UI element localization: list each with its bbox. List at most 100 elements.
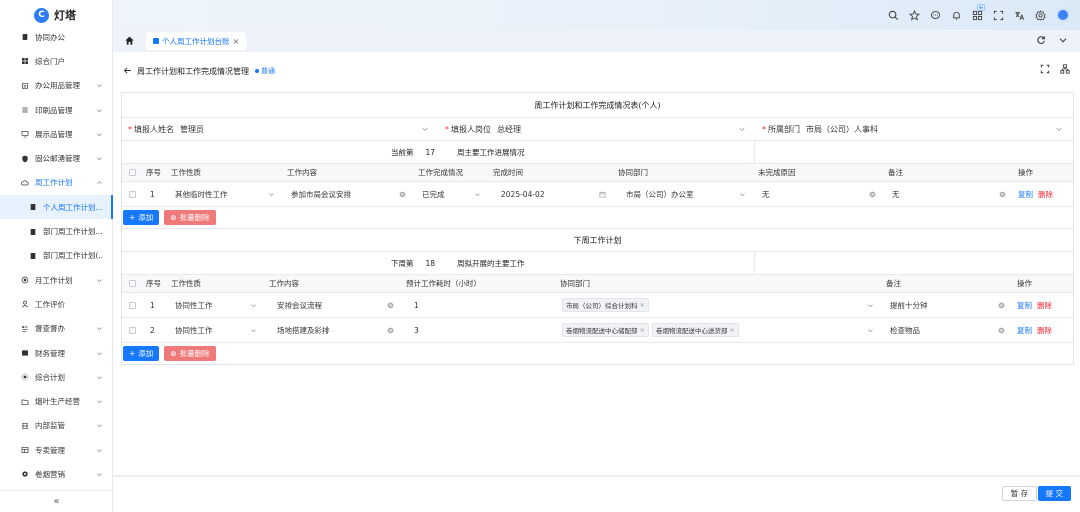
clear-icon[interactable] [387, 327, 394, 334]
work-content-input[interactable]: 参加市局会议安排 [283, 182, 414, 206]
copy-row-link[interactable]: 复制 [1017, 325, 1032, 336]
current-week-desc: 周主要工作进展情况 [457, 147, 525, 157]
home-icon[interactable] [124, 35, 135, 46]
sidebar-item[interactable]: 月工作计划 [0, 268, 113, 292]
remark-input[interactable]: 检查物品 [882, 318, 1013, 342]
sidebar-item[interactable]: 部门周工作计划(... [0, 244, 113, 268]
work-nature-select[interactable]: 协同性工作 [167, 293, 265, 317]
col-header: 序号 [146, 279, 161, 288]
sidebar-item[interactable]: 部门周工作计划... [0, 219, 113, 243]
row-checkbox[interactable] [128, 301, 136, 309]
fullscreen-icon[interactable] [993, 10, 1004, 21]
tab-close-icon[interactable]: × [233, 37, 240, 46]
expand-icon[interactable] [1040, 64, 1050, 74]
search-icon[interactable] [888, 10, 899, 21]
sidebar-item[interactable]: 展示品管理 [0, 122, 113, 146]
remark-input[interactable]: 无 [884, 182, 1014, 206]
completion-date-picker[interactable]: 2025-04-02 [489, 182, 614, 206]
department-field[interactable]: * 所属部门 市局（公司）人事科 [756, 118, 1073, 140]
sidebar-item[interactable]: 卷烟营销 [0, 462, 113, 486]
chevron-down-icon[interactable] [1058, 35, 1068, 45]
add-row-button[interactable]: + 添加 [123, 210, 160, 225]
work-nature-select[interactable]: 其他临时性工作 [167, 182, 283, 206]
delete-row-link[interactable]: 删除 [1038, 189, 1053, 200]
next-week-number: 18 [425, 258, 435, 268]
sidebar-item[interactable]: 个人周工作计划... [0, 195, 113, 220]
select-all-checkbox[interactable] [128, 280, 136, 287]
app-logo[interactable]: C 灯塔 [34, 7, 76, 23]
reporter-name-field[interactable]: * 填报人姓名 管理员 [122, 118, 439, 140]
star-icon[interactable] [909, 9, 920, 21]
col-header: 工作内容 [269, 279, 299, 288]
sidebar-item[interactable]: 专卖管理 [0, 438, 113, 462]
sidebar-item[interactable]: 办公用品管理 [0, 74, 113, 98]
translate-icon[interactable] [1014, 10, 1025, 21]
reason-input[interactable]: 无 [754, 182, 884, 206]
sidebar-item[interactable]: 印刷品管理 [0, 98, 113, 122]
sidebar-item[interactable]: 督查督办 [0, 317, 113, 341]
dept-tag-label: 卷烟物流配送中心送货部 [655, 327, 728, 335]
sidebar-item[interactable]: 综合门户 [0, 49, 113, 73]
reporter-position-field[interactable]: * 填报人岗位 总经理 [439, 118, 756, 140]
work-content-input[interactable]: 场地搭建及彩排 [265, 318, 402, 342]
row-checkbox[interactable] [128, 190, 136, 198]
hours-input[interactable]: 3 [402, 318, 556, 342]
copy-row-link[interactable]: 复制 [1017, 300, 1032, 311]
bell-icon[interactable] [951, 10, 962, 21]
sidebar-item-label: 印刷品管理 [35, 105, 73, 115]
add-row-button[interactable]: + 添加 [123, 346, 160, 361]
submit-button[interactable]: 提 交 [1037, 486, 1071, 501]
back-arrow-icon[interactable] [123, 66, 132, 75]
sidebar-item[interactable]: 财务管理 [0, 341, 113, 365]
copy-row-link[interactable]: 复制 [1018, 189, 1033, 200]
clear-icon[interactable] [387, 302, 394, 309]
batch-delete-label: 批量删除 [179, 213, 210, 222]
apps-icon[interactable]: 新 [972, 3, 985, 21]
clear-icon[interactable] [869, 191, 876, 198]
clear-icon[interactable] [998, 302, 1005, 309]
sidebar-item[interactable]: 内部监管 [0, 414, 113, 438]
work-content-input[interactable]: 安排会议流程 [265, 293, 402, 317]
row-number: 2 [150, 325, 155, 335]
row-checkbox[interactable] [128, 326, 136, 334]
batch-delete-label: 批量删除 [179, 349, 210, 358]
user-avatar[interactable] [1056, 8, 1070, 22]
sidebar-item[interactable]: 综合计划 [0, 365, 113, 389]
clear-icon[interactable] [998, 327, 1005, 334]
chevron-down-icon [96, 325, 103, 332]
coop-dept-multiselect[interactable]: 市局（公司）综合计划科 × [556, 293, 882, 317]
settings-icon[interactable] [1035, 9, 1046, 21]
message-icon[interactable] [930, 10, 941, 21]
batch-delete-button[interactable]: ⊗ 批量删除 [164, 210, 216, 225]
sidebar-item[interactable]: 协同办公 [0, 25, 113, 49]
delete-row-link[interactable]: 删除 [1037, 300, 1052, 311]
sidebar-item-label: 展示品管理 [35, 129, 73, 139]
sidebar-item-label: 月工作计划 [35, 275, 73, 285]
sidebar-item[interactable]: 烟叶生产经营 [0, 389, 113, 413]
clear-icon[interactable] [999, 191, 1006, 198]
org-chart-icon[interactable] [1060, 64, 1070, 74]
coop-dept-select[interactable]: 市局（公司）办公室 [614, 182, 754, 206]
work-nature-select[interactable]: 协同性工作 [167, 318, 265, 342]
sidebar-item[interactable]: 工作评价 [0, 292, 113, 316]
sidebar-collapse-button[interactable]: « [0, 490, 113, 512]
select-all-checkbox[interactable] [128, 169, 136, 176]
tag-close-icon[interactable]: × [640, 326, 645, 334]
remark-input[interactable]: 提前十分钟 [882, 293, 1013, 317]
refresh-icon[interactable] [1036, 35, 1046, 45]
tag-close-icon[interactable]: × [729, 326, 734, 334]
coop-dept-multiselect[interactable]: 卷烟物流配送中心储配部 × 卷烟物流配送中心送货部 × [556, 318, 882, 342]
sidebar-item-label: 烟叶生产经营 [35, 397, 80, 407]
sidebar-item[interactable]: 周工作计划 [0, 171, 113, 195]
delete-row-link[interactable]: 删除 [1037, 325, 1052, 336]
page-header: 周工作计划和工作完成情况管理 普通 [113, 52, 1080, 90]
sidebar-item[interactable]: 固公邮湧管理 [0, 146, 113, 170]
tag-close-icon[interactable]: × [640, 301, 645, 309]
tab-personal-weekly-plan[interactable]: 个人周工作计划台账 × [146, 32, 247, 50]
hours-input[interactable]: 1 [402, 293, 556, 317]
clear-icon[interactable] [399, 191, 406, 198]
batch-delete-button[interactable]: ⊗ 批量删除 [164, 346, 216, 361]
completion-status-select[interactable]: 已完成 [414, 182, 489, 206]
save-draft-button[interactable]: 暂 存 [1001, 486, 1037, 501]
sidebar-item-label: 周工作计划 [35, 178, 73, 188]
